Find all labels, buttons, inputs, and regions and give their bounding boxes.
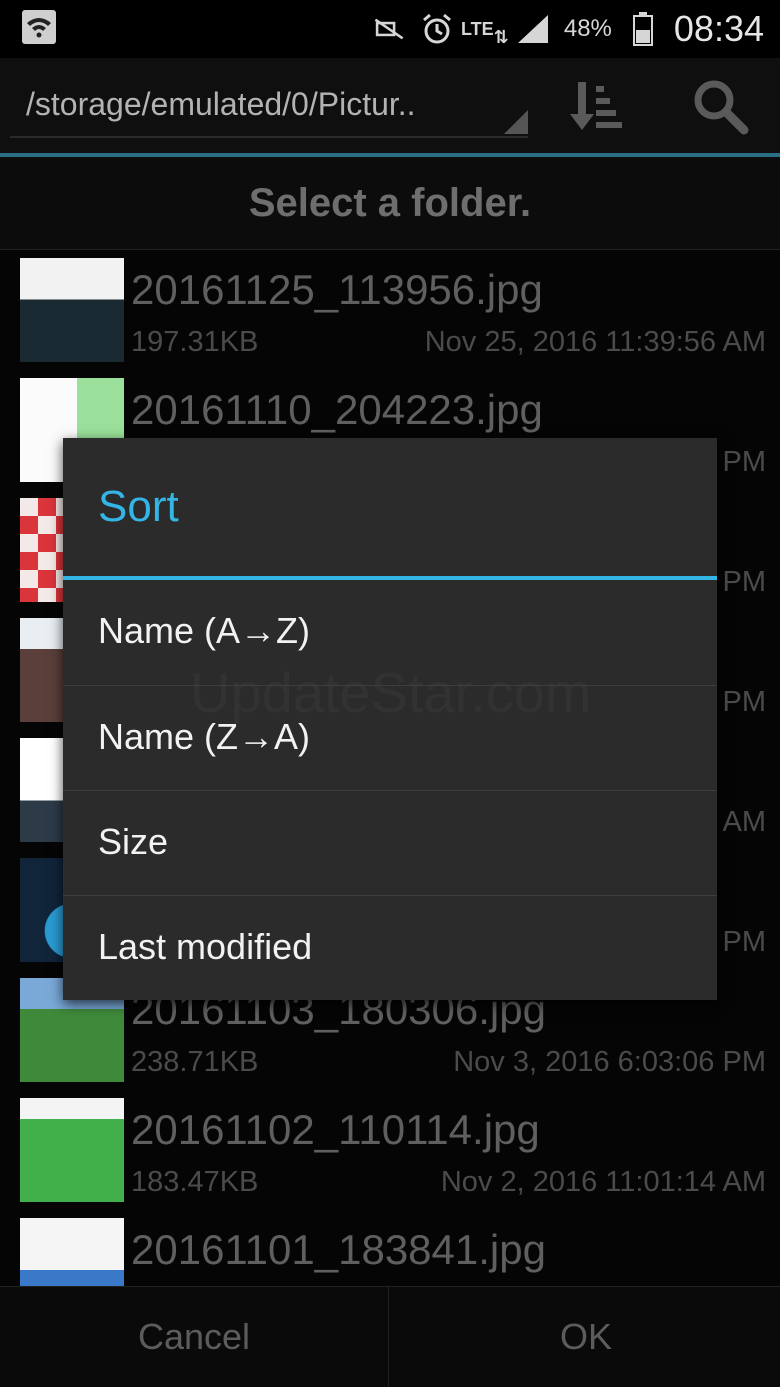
file-size: 197.31KB xyxy=(131,326,259,358)
option-label: Last modified xyxy=(98,926,313,967)
sort-option-name-asc[interactable]: Name (A→Z) xyxy=(63,580,717,684)
file-name: 20161110_204223.jpg xyxy=(131,386,543,433)
file-date: Nov 3, 2016 6:03:06 PM xyxy=(453,1046,766,1078)
option-label: Name (Z→A) xyxy=(98,716,311,757)
cancel-button[interactable]: Cancel xyxy=(0,1287,389,1387)
path-spinner[interactable]: /storage/emulated/0/Pictur.. xyxy=(10,76,528,138)
wifi-icon xyxy=(22,10,56,44)
thumbnail xyxy=(20,1218,124,1286)
signal-icon xyxy=(516,12,550,46)
file-date: Nov 2, 2016 11:01:14 AM xyxy=(440,1166,766,1198)
header-title: Select a folder. xyxy=(248,180,532,225)
lte-icon: LTE ⇅ xyxy=(460,19,509,47)
sort-option-name-desc[interactable]: Name (Z→A) xyxy=(63,685,717,790)
path-label: /storage/emulated/0/Pictur.. xyxy=(26,86,416,122)
button-bar: Cancel OK xyxy=(0,1286,780,1387)
spinner-arrow-icon xyxy=(504,110,528,134)
file-size: 183.47KB xyxy=(131,1166,259,1198)
file-size: 238.71KB xyxy=(131,1046,259,1078)
list-item[interactable]: 20161101_183841.jpg xyxy=(0,1210,780,1286)
list-item[interactable]: 20161102_110114.jpg 183.47KB Nov 2, 2016… xyxy=(0,1090,780,1211)
file-date: PM xyxy=(722,566,767,598)
file-date: PM xyxy=(722,686,767,718)
option-label: Size xyxy=(98,821,169,862)
file-date: AM xyxy=(722,806,767,838)
search-button[interactable] xyxy=(688,74,752,138)
alarm-icon xyxy=(420,12,454,46)
list-header: Select a folder. xyxy=(0,157,780,250)
file-date: Nov 25, 2016 11:39:56 AM xyxy=(424,326,766,358)
action-bar: /storage/emulated/0/Pictur.. xyxy=(0,58,780,154)
sort-dialog: Sort Name (A→Z) Name (Z→A) Size Last mod… xyxy=(63,438,717,1000)
dialog-title: Sort xyxy=(98,482,179,531)
file-date: PM xyxy=(722,446,767,478)
file-date: PM xyxy=(722,926,767,958)
file-name: 20161102_110114.jpg xyxy=(131,1106,540,1153)
list-item[interactable]: 20161125_113956.jpg 197.31KB Nov 25, 201… xyxy=(0,250,780,371)
option-label: Name (A→Z) xyxy=(98,610,311,651)
thumbnail xyxy=(20,1098,124,1202)
battery-percent: 48% xyxy=(563,15,612,42)
search-icon xyxy=(694,80,749,135)
sort-option-last-modified[interactable]: Last modified xyxy=(63,895,717,1000)
sort-button[interactable] xyxy=(566,76,630,140)
sort-option-size[interactable]: Size xyxy=(63,790,717,895)
file-name: 20161125_113956.jpg xyxy=(131,266,543,313)
status-bar: LTE ⇅ 48% 08:34 xyxy=(0,0,780,58)
ok-button[interactable]: OK xyxy=(392,1287,780,1387)
mute-icon xyxy=(372,12,406,46)
battery-icon xyxy=(626,12,660,46)
file-name: 20161101_183841.jpg xyxy=(131,1226,546,1273)
sort-icon xyxy=(570,82,622,130)
thumbnail xyxy=(20,258,124,362)
clock: 08:34 xyxy=(673,8,764,49)
status-icons: LTE ⇅ 48% 08:34 xyxy=(372,6,764,52)
